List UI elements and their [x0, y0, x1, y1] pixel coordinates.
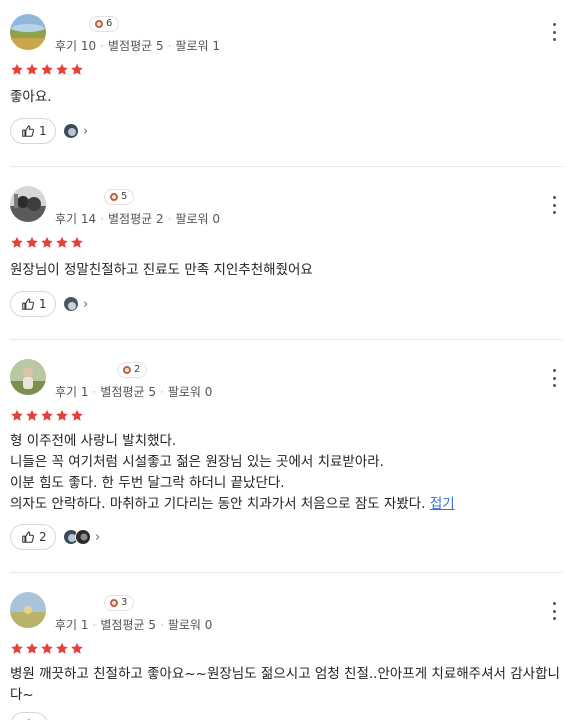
reviewer-stats: 후기 10 · 별점평균 5 · 팔로워 1 [55, 39, 221, 53]
star-icon [71, 642, 83, 654]
like-count: 2 [39, 530, 47, 544]
avatar[interactable] [10, 592, 46, 628]
likers-list[interactable]: › [63, 528, 100, 546]
divider [10, 572, 563, 573]
star-icon [26, 236, 38, 248]
review-text: 좋아요. [10, 89, 52, 105]
level-badge: 2 [117, 362, 148, 378]
star-icon [41, 642, 53, 654]
review-count: 후기 10 [55, 39, 97, 53]
level-badge-icon [110, 599, 118, 607]
avatar[interactable] [10, 186, 46, 222]
star-icon [11, 63, 23, 75]
star-icon [11, 642, 23, 654]
level-badge: 6 [89, 16, 120, 32]
likers-list[interactable]: › [63, 295, 88, 313]
follower-count: 팔로워 1 [175, 39, 221, 53]
collapse-link[interactable]: 접기 [430, 496, 455, 512]
star-icon [41, 409, 53, 421]
level-badge-icon [110, 193, 118, 201]
review-text: 형 이주전에 사랑니 발치했다. 니들은 꼭 여기처럼 시설좋고 젊은 원장님 … [10, 431, 565, 515]
avatar[interactable] [10, 359, 46, 395]
rating-average: 별점평균 5 [108, 39, 164, 53]
star-icon [26, 409, 38, 421]
thumbs-up-icon [22, 125, 34, 137]
star-rating [10, 642, 84, 656]
review-count: 후기 14 [55, 212, 97, 226]
avatar [63, 296, 79, 312]
divider [10, 166, 563, 167]
like-button[interactable]: 1 [10, 291, 56, 317]
reviewer-stats: 후기 1 · 별점평균 5 · 팔로워 0 [55, 385, 213, 399]
star-icon [26, 63, 38, 75]
level-badge-icon [95, 20, 103, 28]
like-count: 1 [39, 297, 47, 311]
more-options-icon[interactable] [549, 602, 559, 620]
rating-average: 별점평균 5 [100, 618, 156, 632]
review-body: 형 이주전에 사랑니 발치했다. 니들은 꼭 여기처럼 시설좋고 젊은 원장님 … [10, 433, 426, 512]
like-button[interactable]: 1 [10, 118, 56, 144]
review-text: 원장님이 정말친절하고 진료도 만족 지인추천해줬어요 [10, 262, 313, 278]
star-icon [41, 63, 53, 75]
more-options-icon[interactable] [549, 23, 559, 41]
thumbs-up-icon [22, 531, 34, 543]
star-icon [71, 409, 83, 421]
chevron-right-icon: › [83, 123, 89, 139]
star-rating [10, 236, 84, 250]
star-icon [56, 63, 68, 75]
star-icon [71, 236, 83, 248]
follower-count: 팔로워 0 [175, 212, 221, 226]
follower-count: 팔로워 0 [167, 385, 213, 399]
level-badge: 3 [104, 595, 135, 611]
star-icon [11, 409, 23, 421]
chevron-right-icon: › [95, 529, 101, 545]
like-button[interactable] [10, 712, 48, 720]
star-icon [56, 409, 68, 421]
star-icon [56, 236, 68, 248]
follower-count: 팔로워 0 [167, 618, 213, 632]
star-rating [10, 409, 84, 423]
level-badge: 5 [104, 189, 135, 205]
rating-average: 별점평균 5 [100, 385, 156, 399]
avatar[interactable] [10, 14, 46, 50]
more-options-icon[interactable] [549, 369, 559, 387]
star-icon [56, 642, 68, 654]
star-rating [10, 63, 84, 77]
star-icon [41, 236, 53, 248]
likers-list[interactable]: › [63, 122, 88, 140]
level-badge-icon [123, 366, 131, 374]
review-count: 후기 1 [55, 618, 89, 632]
thumbs-up-icon [22, 298, 34, 310]
review-count: 후기 1 [55, 385, 89, 399]
star-icon [26, 642, 38, 654]
avatar [63, 123, 79, 139]
reviewer-stats: 후기 14 · 별점평균 2 · 팔로워 0 [55, 212, 221, 226]
star-icon [11, 236, 23, 248]
like-button[interactable]: 2 [10, 524, 56, 550]
star-icon [71, 63, 83, 75]
review-text: 병원 깨끗하고 친절하고 좋아요~~원장님도 젊으시고 엄청 친절..안아프게 … [10, 666, 560, 703]
more-options-icon[interactable] [549, 196, 559, 214]
avatar [75, 529, 91, 545]
like-count: 1 [39, 124, 47, 138]
reviewer-stats: 후기 1 · 별점평균 5 · 팔로워 0 [55, 618, 213, 632]
chevron-right-icon: › [83, 296, 89, 312]
rating-average: 별점평균 2 [108, 212, 164, 226]
divider [10, 339, 563, 340]
